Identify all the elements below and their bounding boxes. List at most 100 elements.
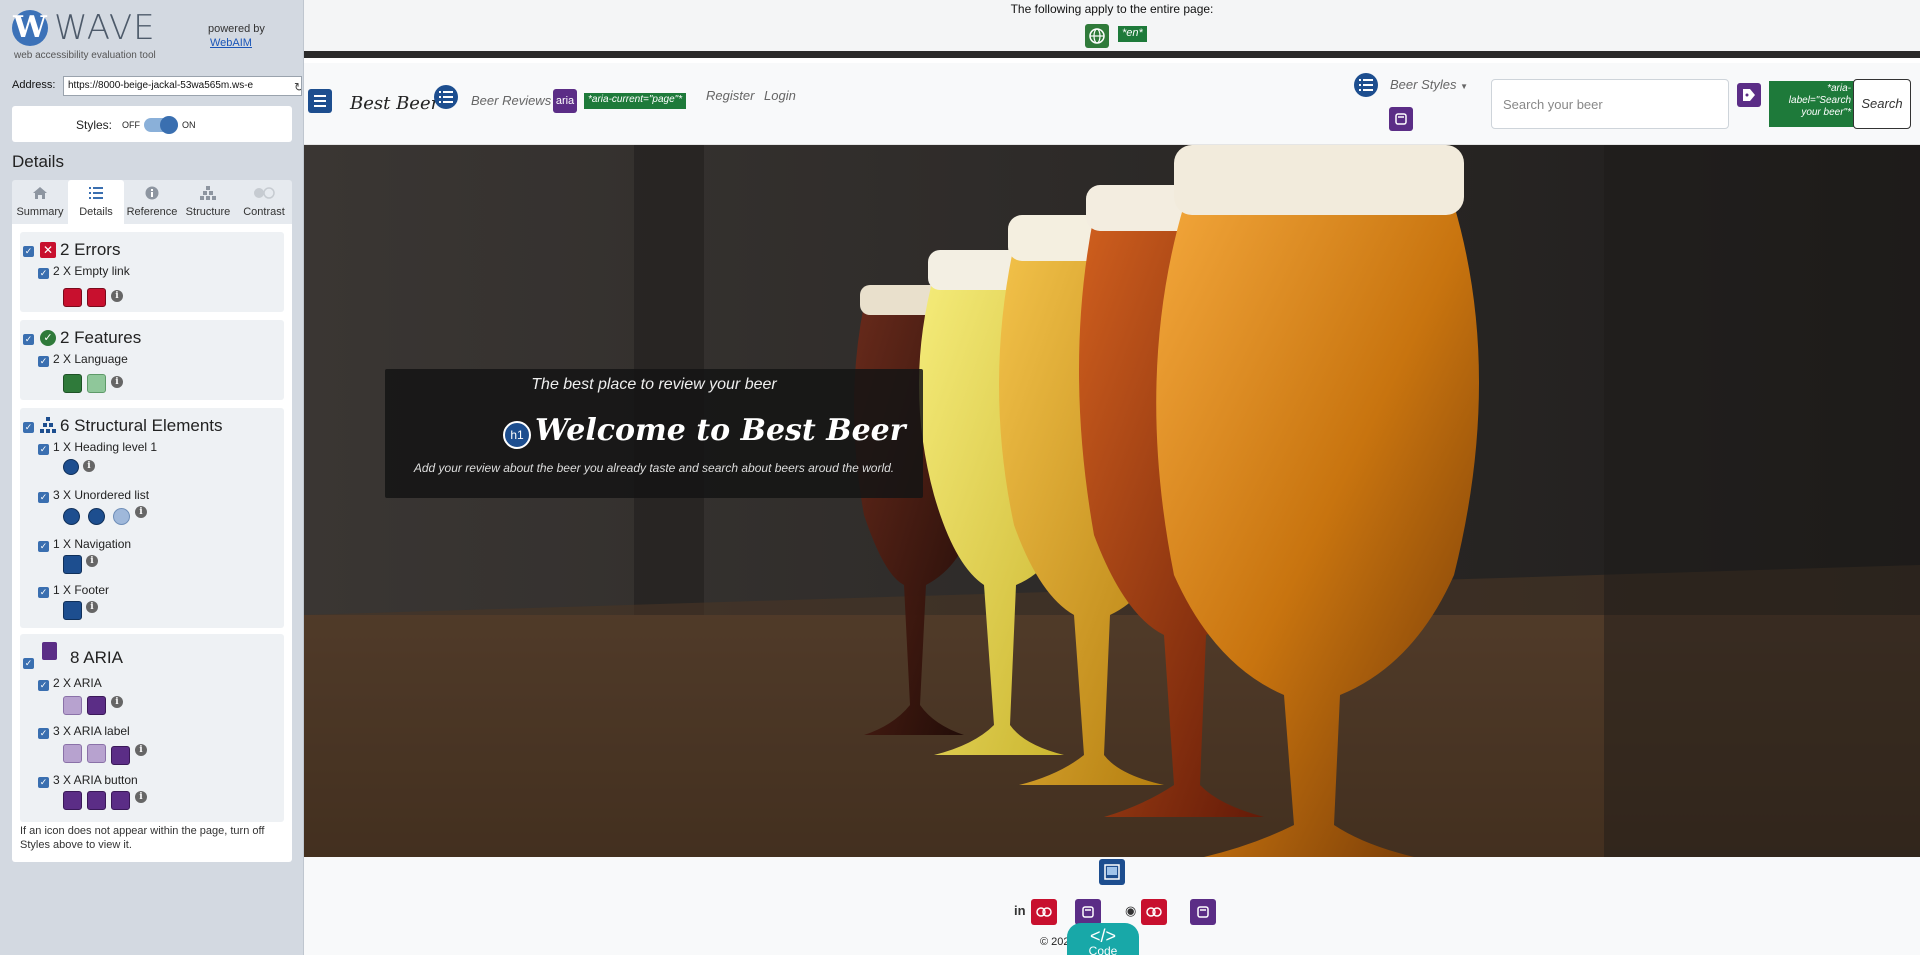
tab-summary[interactable]: Summary — [12, 180, 68, 224]
info-icon[interactable]: i — [135, 791, 147, 803]
tab-contrast[interactable]: Contrast — [236, 180, 292, 224]
powered-by-text: powered by — [208, 23, 265, 35]
navigation-icon[interactable] — [308, 89, 332, 113]
aria-icon[interactable] — [63, 696, 82, 715]
styles-toggle[interactable] — [144, 116, 178, 134]
info-icon[interactable]: i — [86, 555, 98, 567]
aria-button-icon[interactable] — [63, 791, 82, 810]
info-icon[interactable]: i — [111, 290, 123, 302]
info-icon[interactable]: i — [111, 376, 123, 388]
hierarchy-icon — [180, 180, 236, 202]
aria-button-icon[interactable] — [87, 791, 106, 810]
styles-on-label: ON — [182, 120, 196, 130]
features-checkbox[interactable]: ✓ — [23, 334, 34, 345]
nav-beer-styles-dropdown[interactable]: Beer Styles ▼ — [1390, 77, 1468, 92]
aria-button-checkbox[interactable]: ✓ — [38, 777, 49, 788]
footer-icon[interactable] — [63, 601, 82, 620]
footer-checkbox[interactable]: ✓ — [38, 587, 49, 598]
language-banner-text: The following apply to the entire page: — [1010, 2, 1214, 16]
features-section: ✓ ✓ 2 Features ✓ 2 X Language i — [20, 320, 284, 400]
home-icon — [12, 180, 68, 202]
list-icon[interactable] — [88, 508, 105, 525]
styles-note: If an icon does not appear within the pa… — [20, 825, 265, 851]
empty-link-icon[interactable] — [63, 288, 82, 307]
aria-icon[interactable] — [87, 696, 106, 715]
language-label: 2 X Language — [53, 352, 128, 366]
wave-logo-text: WAVE — [54, 8, 156, 48]
list-icon[interactable] — [434, 85, 458, 109]
wave-sidebar: W WAVE web accessibility evaluation tool… — [0, 0, 304, 955]
navigation-checkbox[interactable]: ✓ — [38, 541, 49, 552]
h1-icon[interactable]: h1 — [503, 421, 531, 449]
aria-label-icon[interactable] — [1737, 83, 1761, 107]
tab-reference[interactable]: Reference — [124, 180, 180, 224]
wave-logo[interactable]: W WAVE web accessibility evaluation tool — [12, 10, 222, 66]
language-globe-icon[interactable] — [63, 374, 82, 393]
info-icon[interactable]: i — [111, 696, 123, 708]
empty-link-icon[interactable] — [1141, 899, 1167, 925]
hero-caption: The best place to review your beer h1 We… — [385, 369, 923, 498]
code-button[interactable]: </> Code — [1067, 923, 1139, 955]
language-globe-icon[interactable] — [87, 374, 106, 393]
reload-icon[interactable]: ↻ — [291, 79, 301, 95]
list-icon[interactable] — [113, 508, 130, 525]
tab-structure[interactable]: Structure — [180, 180, 236, 224]
language-checkbox[interactable]: ✓ — [38, 356, 49, 367]
beer-glasses-image — [304, 145, 1920, 857]
aria-item-label: 2 X ARIA — [53, 676, 102, 690]
wave-logo-subtitle: web accessibility evaluation tool — [14, 50, 156, 61]
structure-title: 6 Structural Elements — [60, 416, 223, 435]
brand-link[interactable]: Best Beer — [350, 93, 439, 114]
heading-checkbox[interactable]: ✓ — [38, 444, 49, 455]
search-placeholder: Search your beer — [1503, 97, 1603, 112]
navigation-icon[interactable] — [63, 555, 82, 574]
aria-button-icon[interactable] — [1075, 899, 1101, 925]
structure-checkbox[interactable]: ✓ — [23, 422, 34, 433]
github-icon[interactable]: ◉ — [1125, 903, 1136, 919]
empty-link-icon[interactable] — [87, 288, 106, 307]
nav-beer-reviews[interactable]: Beer Reviews — [471, 93, 551, 108]
list-icon[interactable] — [1354, 73, 1378, 97]
page-footer: in ◉ © 2022 Best Beer </> Code — [304, 857, 1920, 955]
tab-details[interactable]: Details — [68, 180, 124, 224]
search-input[interactable]: Search your beer — [1491, 79, 1729, 129]
powered-by: powered by WebAIM — [208, 22, 265, 50]
aria-button-icon[interactable] — [111, 791, 130, 810]
aria-label-checkbox[interactable]: ✓ — [38, 728, 49, 739]
language-globe-icon[interactable] — [1085, 24, 1109, 48]
nav-login[interactable]: Login — [764, 88, 796, 103]
aria-item-checkbox[interactable]: ✓ — [38, 680, 49, 691]
h1-icon[interactable] — [63, 459, 79, 475]
linkedin-icon[interactable]: in — [1014, 903, 1026, 918]
aria-button-icon[interactable] — [1190, 899, 1216, 925]
aria-label-icon[interactable] — [87, 744, 106, 763]
unordered-list-checkbox[interactable]: ✓ — [38, 492, 49, 503]
hero-top-strip — [304, 51, 1920, 58]
empty-link-icon[interactable] — [1031, 899, 1057, 925]
aria-label-icon[interactable] — [63, 744, 82, 763]
aria-label-icon[interactable] — [111, 746, 130, 765]
hero-description: Add your review about the beer you alrea… — [413, 461, 895, 475]
feature-icon: ✓ — [40, 330, 56, 346]
search-button[interactable]: Search — [1853, 79, 1911, 129]
webaim-link[interactable]: WebAIM — [208, 36, 265, 50]
aria-button-icon[interactable] — [1389, 107, 1413, 131]
wave-tabs: Summary Details Reference Structure Cont… — [12, 180, 292, 224]
list-icon[interactable] — [63, 508, 80, 525]
features-title: 2 Features — [60, 328, 142, 347]
address-input[interactable]: https://8000-beige-jackal-53wa565m.ws-e … — [63, 76, 302, 96]
info-icon[interactable]: i — [135, 506, 147, 518]
hierarchy-icon — [40, 417, 56, 433]
info-icon[interactable]: i — [83, 460, 95, 472]
tab-label: Contrast — [243, 206, 285, 218]
errors-checkbox[interactable]: ✓ — [23, 246, 34, 257]
nav-register[interactable]: Register — [706, 88, 754, 103]
info-icon[interactable]: i — [86, 601, 98, 613]
footer-icon[interactable] — [1099, 859, 1125, 885]
info-icon[interactable]: i — [135, 744, 147, 756]
navigation-label: 1 X Navigation — [53, 537, 132, 551]
aria-icon[interactable]: aria — [553, 89, 577, 113]
empty-link-checkbox[interactable]: ✓ — [38, 268, 49, 279]
aria-checkbox[interactable]: ✓ — [23, 658, 34, 669]
empty-link-label: 2 X Empty link — [53, 264, 130, 278]
